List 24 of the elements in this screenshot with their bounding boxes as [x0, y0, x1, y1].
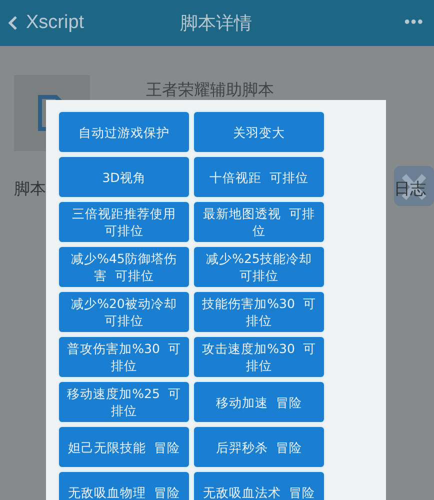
option-button[interactable]: 自动过游戏保护 [59, 112, 189, 152]
option-button[interactable]: 三倍视距推荐使用 可排位 [59, 202, 189, 242]
back-button[interactable]: Xscript [8, 12, 84, 34]
more-button[interactable]: ••• [404, 14, 424, 32]
option-button[interactable]: 十倍视距 可排位 [194, 157, 324, 197]
option-button[interactable]: 移动速度加%25 可 排位 [59, 382, 189, 422]
option-button[interactable]: 攻击速度加%30 可 排位 [194, 337, 324, 377]
option-button[interactable]: 无敌吸血物理 冒险 [59, 472, 189, 500]
page-title: 脚本详情 [180, 12, 252, 35]
option-button[interactable]: 普攻伤害加%30 可 排位 [59, 337, 189, 377]
option-button[interactable]: 妲己无限技能 冒险 [59, 427, 189, 467]
option-button[interactable]: 移动加速 冒险 [194, 382, 324, 422]
tab-label[interactable]: 脚本 [14, 179, 46, 200]
option-button[interactable]: 技能伤害加%30 可 排位 [194, 292, 324, 332]
option-button[interactable]: 关羽变大 [194, 112, 324, 152]
option-button[interactable]: 后羿秒杀 冒险 [194, 427, 324, 467]
back-chevron-icon [8, 15, 18, 31]
option-button[interactable]: 减少%25技能冷却 可排位 [194, 247, 324, 287]
script-name: 王者荣耀辅助脚本 [146, 81, 274, 99]
option-button[interactable]: 减少%20被动冷却 可排位 [59, 292, 189, 332]
option-button[interactable]: 减少%45防御塔伤 害 可排位 [59, 247, 189, 287]
option-button[interactable]: 3D视角 [59, 157, 189, 197]
option-button[interactable]: 无敌吸血法术 冒险 [194, 472, 324, 500]
option-button[interactable]: 最新地图透视 可排 位 [194, 202, 324, 242]
